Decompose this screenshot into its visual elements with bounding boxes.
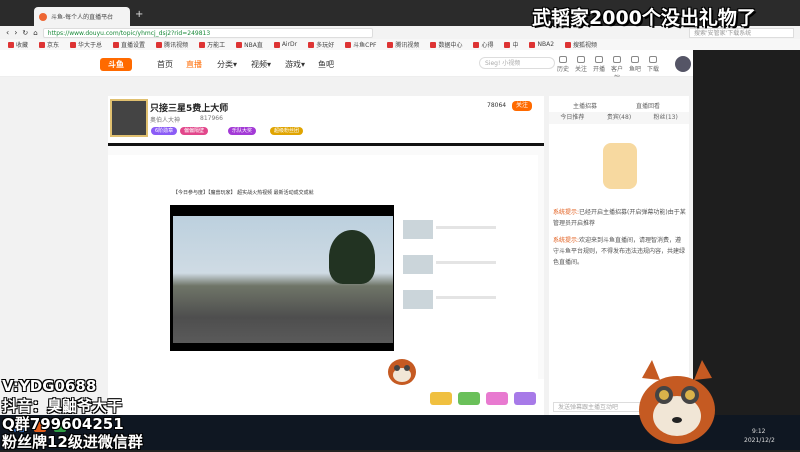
red-panda-mini [388, 359, 416, 385]
tab-vip[interactable]: 贵宾(48) [596, 112, 643, 124]
overlay-line-1: V:YDG0688 [2, 377, 97, 395]
bookmark-item[interactable]: 心得 [473, 40, 493, 49]
follow-button[interactable]: 关注 [512, 101, 533, 111]
bookmark-item[interactable]: 数据中心 [430, 40, 462, 49]
bookmark-icon [529, 41, 536, 48]
rec-thumb[interactable] [403, 255, 433, 274]
nav-category[interactable]: 分类▾ [217, 59, 237, 70]
bookmark-item[interactable]: AirDr [273, 41, 297, 48]
bookmark-item[interactable]: NBA直 [236, 40, 263, 49]
new-tab-icon[interactable]: + [135, 9, 143, 20]
gift-icon[interactable] [514, 392, 536, 405]
bookmark-item[interactable]: 腾讯视频 [156, 40, 188, 49]
room-title: 只接三星5费上大师 [150, 104, 229, 114]
rec-thumb[interactable] [403, 220, 433, 239]
gift-icon[interactable] [430, 392, 452, 405]
anchor-avatar[interactable] [110, 99, 148, 137]
tab-today[interactable]: 今日推荐 [549, 112, 596, 124]
anchor-nickname[interactable]: 奥伯人大神 [150, 115, 180, 124]
follow-count: 78064 [487, 102, 507, 109]
bookmark-icon [345, 41, 352, 48]
broadcast-icon[interactable]: 开播 [591, 56, 607, 73]
refresh-icon[interactable]: ↻ [22, 29, 28, 37]
nav-game[interactable]: 游戏▾ [285, 59, 305, 70]
bookmark-item[interactable]: 京东 [39, 40, 59, 49]
nav-home[interactable]: 首页 [157, 59, 173, 70]
douyu-logo[interactable]: 斗鱼 [100, 58, 132, 71]
bookmark-icon [308, 41, 315, 48]
rec-thumb[interactable] [403, 290, 433, 309]
road-scene-image [173, 216, 393, 343]
forward-icon[interactable]: › [14, 28, 17, 37]
tab-replay[interactable]: 直播回看 [636, 101, 660, 110]
medal-pill[interactable]: 6阶勋章 [151, 127, 178, 135]
back-icon[interactable]: ‹ [6, 28, 9, 37]
fan-count: 817966 [200, 115, 223, 122]
clock: 9:12 [752, 428, 766, 435]
bookmark-item[interactable]: 斗鱼CPF [345, 40, 376, 49]
bookmarks-bar: 收藏 京东 华大于总 直播设置 腾讯视频 万能工 NBA直 AirDr 多玩好 斗鱼CPF 腾讯视频… [0, 39, 800, 50]
home-icon[interactable]: ⌂ [33, 29, 37, 37]
rec-line [436, 296, 496, 299]
rec-line [436, 226, 496, 229]
bookmark-icon [387, 41, 394, 48]
nav-live[interactable]: 直播 [186, 59, 202, 70]
bookmark-icon [113, 41, 120, 48]
gift-icon[interactable] [458, 392, 480, 405]
inner-video-title: 【今日参与度】【魔兽玩家】 超实战火热视频 最新活动成交成就 [173, 190, 314, 196]
bookmark-icon [473, 41, 480, 48]
tab-fans[interactable]: 粉丝(13) [642, 112, 689, 124]
bookmark-item[interactable]: 腾讯视频 [387, 40, 419, 49]
gift-icon[interactable] [486, 392, 508, 405]
tab-recruit[interactable]: 主播招募 [573, 101, 597, 110]
nav-yuba[interactable]: 鱼吧 [318, 59, 334, 70]
mascot-image [603, 143, 637, 189]
tab-close-icon[interactable]: × [104, 13, 111, 22]
bookmark-item[interactable]: 搜狐视频 [565, 40, 597, 49]
bookmark-item[interactable]: 收藏 [8, 40, 28, 49]
bookmark-icon [39, 41, 46, 48]
stream-banner: 武韬家2000个没出礼物了 [532, 7, 756, 29]
user-avatar[interactable] [675, 56, 691, 72]
bookmark-icon [565, 41, 572, 48]
site-search-input[interactable]: Sieg! 小视频 [479, 57, 555, 69]
bookmark-icon [430, 41, 437, 48]
pill-3[interactable]: 乐队大奖 [228, 127, 257, 135]
browser-tab[interactable]: 斗鱼-每个人的直播平台 [34, 7, 130, 26]
bookmark-icon [70, 41, 77, 48]
follow-icon[interactable]: 关注 [573, 56, 589, 73]
chat-messages: 系统提示:已经开启主播招募(开启弹幕功能)由于某管理员开启推荐 系统提示:欢迎来… [553, 209, 686, 266]
rank-tabs: 今日推荐 贵宾(48) 粉丝(13) [549, 112, 689, 124]
pill-4[interactable]: 超级粉丝团 [270, 127, 304, 135]
bookmark-item[interactable]: 直播设置 [113, 40, 145, 49]
bookmark-icon [273, 41, 280, 48]
bookmark-icon [8, 41, 14, 48]
red-panda-avatar [639, 360, 715, 444]
overlay-line-4: 粉丝牌12级进微信群 [2, 433, 143, 451]
douyu-favicon-icon [39, 12, 47, 21]
rec-line [436, 261, 496, 264]
date: 2021/12/2 [744, 437, 775, 444]
yuba-icon[interactable]: 鱼吧 [627, 56, 643, 73]
bookmark-item[interactable]: 中 [504, 40, 518, 49]
url-input[interactable]: https://www.douyu.com/topic/yhmcj_dsj2?r… [42, 27, 373, 38]
history-icon[interactable]: 历史 [555, 56, 571, 73]
nav-video[interactable]: 视频▾ [251, 59, 271, 70]
bookmark-icon [199, 41, 206, 48]
bookmark-item[interactable]: 万能工 [199, 40, 225, 49]
bookmark-item[interactable]: 多玩好 [308, 40, 334, 49]
bookmark-icon [236, 41, 243, 48]
bookmark-item[interactable]: 华大于总 [70, 40, 102, 49]
download-icon[interactable]: 下载 [645, 56, 661, 73]
bookmark-icon [504, 41, 511, 48]
pill-2[interactable]: 偏偏隔壁 [180, 127, 209, 135]
bookmark-item[interactable]: NBA2 [529, 41, 554, 48]
bookmark-icon [156, 41, 163, 48]
tree-shape [329, 230, 375, 284]
